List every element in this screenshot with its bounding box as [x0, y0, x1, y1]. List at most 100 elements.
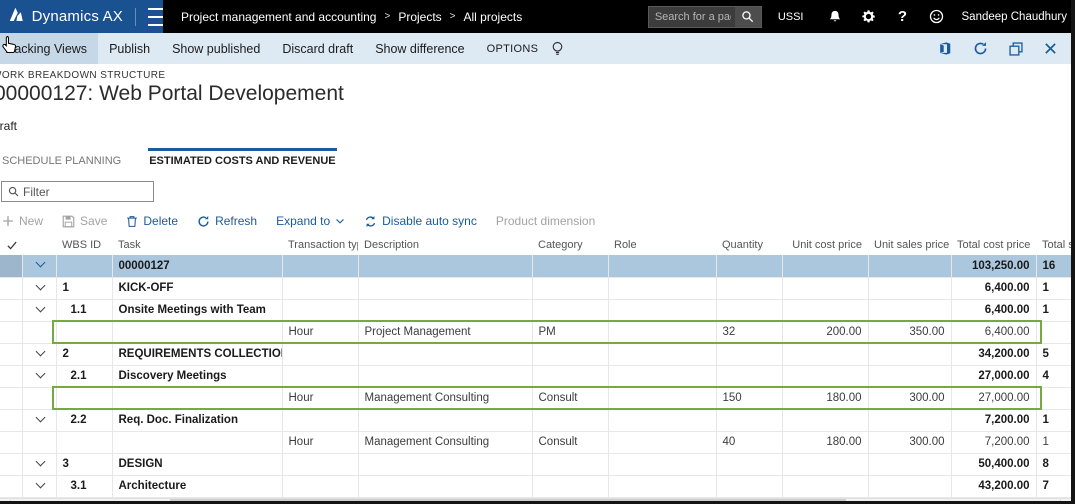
unit-sales-cell: [868, 255, 951, 277]
expand-cell: [22, 409, 56, 431]
column-header-expand[interactable]: [22, 235, 56, 255]
column-header-check[interactable]: [0, 235, 22, 255]
breadcrumb-item[interactable]: Projects: [398, 10, 441, 24]
plus-icon: [2, 215, 14, 227]
unit-cost-cell: [782, 343, 868, 365]
page-search: [648, 6, 762, 28]
column-header-qty[interactable]: Quantity: [716, 235, 782, 255]
wbs-id-cell: [56, 321, 112, 343]
trash-icon: [126, 215, 138, 228]
action-pane-item-show-difference[interactable]: Show difference: [364, 33, 475, 64]
wbs-task-row[interactable]: 3.1Architecture43,200.007: [0, 475, 1075, 497]
action-pane-item-options[interactable]: OPTIONS: [476, 33, 550, 64]
search-input[interactable]: [649, 11, 735, 23]
open-new-window-icon[interactable]: [1009, 42, 1023, 56]
task-cell: [112, 321, 282, 343]
total-sales-price-cell: 1: [1036, 277, 1075, 299]
total-sales-price-cell: 16: [1036, 255, 1075, 277]
filter-search-icon: [8, 186, 19, 197]
column-header-unit_cost[interactable]: Unit cost price: [782, 235, 868, 255]
breadcrumb-item[interactable]: All projects: [464, 10, 523, 24]
action-pane-item-tracking-views[interactable]: Tracking Views: [0, 33, 98, 64]
estimate-line-row[interactable]: HourProject ManagementPM32200.00350.006,…: [0, 321, 1075, 343]
sync-icon: [364, 215, 377, 228]
trans-cell: [282, 255, 358, 277]
column-header-trans[interactable]: Transaction type: [282, 235, 358, 255]
column-header-desc[interactable]: Description: [358, 235, 532, 255]
action-pane-item-show-published[interactable]: Show published: [161, 33, 271, 64]
toolbar-disable-auto-sync-button[interactable]: Disable auto sync: [364, 214, 477, 228]
column-header-unit_sales[interactable]: Unit sales price: [868, 235, 951, 255]
lightbulb-icon[interactable]: [551, 41, 564, 57]
filter-input[interactable]: [23, 185, 153, 199]
tab-schedule-planning[interactable]: SCHEDULE PLANNING: [1, 148, 122, 172]
help-icon[interactable]: ?: [886, 8, 920, 25]
notifications-bell-icon[interactable]: [818, 9, 852, 24]
breadcrumb-separator: >: [384, 11, 390, 22]
estimate-line-row[interactable]: HourManagement ConsultingConsult150180.0…: [0, 387, 1075, 409]
chevron-down-icon[interactable]: [35, 346, 45, 356]
column-header-role[interactable]: Role: [608, 235, 716, 255]
wbs-task-row[interactable]: 2.2Req. Doc. Finalization7,200.001: [0, 409, 1075, 431]
feedback-smiley-icon[interactable]: [920, 9, 954, 24]
chevron-down-icon[interactable]: [35, 258, 45, 268]
column-header-cat[interactable]: Category: [532, 235, 608, 255]
column-header-total_sales[interactable]: Total sales price: [1036, 235, 1075, 255]
breadcrumb-item[interactable]: Project management and accounting: [181, 10, 376, 24]
trans-cell: Hour: [282, 387, 358, 409]
role-cell: [608, 255, 716, 277]
desc-cell: Management Consulting: [358, 387, 532, 409]
task-cell: Req. Doc. Finalization: [112, 409, 282, 431]
action-pane-item-discard-draft[interactable]: Discard draft: [271, 33, 364, 64]
total-cost-cell: 7,200.00: [951, 409, 1036, 431]
chevron-down-icon[interactable]: [35, 302, 45, 312]
company-selector[interactable]: USSI: [778, 11, 804, 23]
column-header-wbs[interactable]: WBS ID: [56, 235, 112, 255]
role-cell: [608, 299, 716, 321]
wbs-task-row[interactable]: 00000127103,250.0016: [0, 255, 1075, 277]
expand-cell: [22, 387, 56, 409]
toolbar-refresh-button[interactable]: Refresh: [197, 214, 257, 228]
window-frame-right: [1071, 0, 1075, 504]
chevron-down-icon[interactable]: [35, 456, 45, 466]
column-header-total_cost[interactable]: Total cost price: [951, 235, 1036, 255]
wbs-task-row[interactable]: 2.1Discovery Meetings27,000.004: [0, 365, 1075, 387]
expand-cell: [22, 365, 56, 387]
chevron-down-icon[interactable]: [35, 412, 45, 422]
chevron-down-icon[interactable]: [35, 280, 45, 290]
wbs-id-cell: [56, 255, 112, 277]
wbs-id-cell: 3.1: [56, 475, 112, 497]
toolbar-delete-button[interactable]: Delete: [126, 214, 178, 228]
unit-sales-cell: [868, 409, 951, 431]
refresh-page-icon[interactable]: [973, 41, 988, 56]
search-icon[interactable]: [735, 7, 761, 27]
estimate-line-row[interactable]: HourManagement ConsultingConsult40180.00…: [0, 431, 1075, 453]
tab-estimated-costs-and-revenue[interactable]: ESTIMATED COSTS AND REVENUE: [148, 148, 336, 172]
wbs-task-row[interactable]: 2REQUIREMENTS COLLECTION34,200.005: [0, 343, 1075, 365]
wbs-task-row[interactable]: 1KICK-OFF6,400.001: [0, 277, 1075, 299]
chevron-down-icon[interactable]: [35, 368, 45, 378]
chevron-down-icon[interactable]: [35, 478, 45, 488]
wbs-grid: WBS IDTaskTransaction typeDescriptionCat…: [0, 235, 1075, 498]
unit-cost-cell: [782, 475, 868, 497]
total-cost-cell: 6,400.00: [951, 299, 1036, 321]
wbs-task-row[interactable]: 1.1Onsite Meetings with Team6,400.001: [0, 299, 1075, 321]
total-cost-cell: 27,000.00: [951, 365, 1036, 387]
current-user[interactable]: Sandeep Chaudhury: [962, 11, 1068, 23]
refresh-icon: [197, 215, 210, 228]
total-sales-price-cell: [1036, 321, 1075, 343]
hamburger-menu-icon[interactable]: [135, 8, 163, 26]
select-all-check-icon[interactable]: [6, 240, 16, 251]
unit-cost-cell: 180.00: [782, 431, 868, 453]
open-in-office-icon[interactable]: [938, 41, 952, 56]
brand-area: Dynamics AX: [0, 0, 163, 33]
total-sales-price-cell: [1036, 387, 1075, 409]
row-select-cell: [0, 431, 22, 453]
qty-cell: [716, 277, 782, 299]
action-pane-item-publish[interactable]: Publish: [98, 33, 161, 64]
settings-gear-icon[interactable]: [852, 9, 886, 24]
column-header-task[interactable]: Task: [112, 235, 282, 255]
close-icon[interactable]: [1044, 42, 1057, 55]
wbs-task-row[interactable]: 3DESIGN50,400.008: [0, 453, 1075, 475]
toolbar-expand-to-button[interactable]: Expand to: [276, 214, 345, 228]
